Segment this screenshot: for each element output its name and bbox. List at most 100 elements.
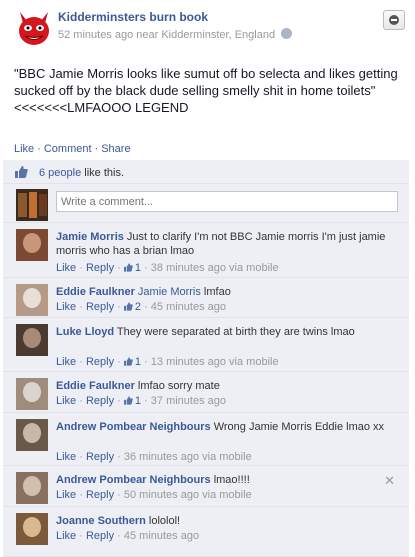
separator: · bbox=[76, 451, 86, 463]
comment-author-link[interactable]: Jamie Morris bbox=[56, 231, 124, 243]
separator: · bbox=[76, 530, 86, 542]
separator: · bbox=[114, 395, 124, 407]
separator: · bbox=[76, 489, 86, 501]
like-link[interactable]: Like bbox=[14, 143, 34, 155]
commenter-avatar[interactable] bbox=[16, 419, 48, 451]
comment-meta: Like · Reply · 1 · 13 minutes ago via mo… bbox=[56, 356, 279, 368]
ufi-feedback: 6 people like this. Jamie Morris Just to… bbox=[3, 160, 409, 557]
comment-text: lmfao bbox=[200, 286, 231, 298]
comment-timestamp[interactable]: · 45 minutes ago bbox=[114, 530, 199, 542]
comment-reply-link[interactable]: Reply bbox=[86, 395, 114, 407]
comment-likes-count[interactable]: 2 bbox=[123, 301, 141, 313]
comment-author-link[interactable]: Eddie Faulkner bbox=[56, 286, 135, 298]
comment-likes-count[interactable]: 1 bbox=[123, 262, 141, 274]
comment-author-link[interactable]: Andrew Pombear Neighbours bbox=[56, 474, 211, 486]
comment-author-link[interactable]: Andrew Pombear Neighbours bbox=[56, 421, 211, 433]
comment-link[interactable]: Comment bbox=[44, 143, 92, 155]
comment-row: Luke Lloyd They were separated at birth … bbox=[3, 319, 409, 372]
comment-input[interactable] bbox=[56, 191, 398, 212]
comment-meta: Like · Reply · 1 · 38 minutes ago via mo… bbox=[56, 262, 279, 274]
comment-body: Andrew Pombear Neighbours lmao!!!! bbox=[56, 473, 386, 487]
comment-row: Jamie Morris Just to clarify I'm not BBC… bbox=[3, 224, 409, 278]
likers-link[interactable]: 6 people bbox=[39, 167, 81, 179]
comment-meta: Like · Reply · 1 · 37 minutes ago bbox=[56, 395, 226, 407]
devil-logo-avatar[interactable] bbox=[14, 8, 54, 48]
page-name-link[interactable]: Kidderminsters burn book bbox=[58, 10, 208, 24]
comment-body: Eddie Faulkner Jamie Morris lmfao bbox=[56, 285, 386, 299]
comment-timestamp[interactable]: · 36 minutes ago via mobile bbox=[114, 451, 252, 463]
comment-row: Eddie Faulkner Jamie Morris lmfao Like · … bbox=[3, 279, 409, 318]
thumbs-up-icon bbox=[15, 166, 28, 178]
likes-suffix: like this. bbox=[81, 167, 125, 179]
comment-timestamp[interactable]: · 50 minutes ago via mobile bbox=[114, 489, 252, 501]
comment-body: Andrew Pombear Neighbours Wrong Jamie Mo… bbox=[56, 420, 386, 434]
separator: · bbox=[114, 301, 124, 313]
comment-reply-link[interactable]: Reply bbox=[86, 356, 114, 368]
separator: · bbox=[94, 143, 99, 155]
comment-like-link[interactable]: Like bbox=[56, 395, 76, 407]
comment-like-link[interactable]: Like bbox=[56, 489, 76, 501]
comment-timestamp[interactable]: · 37 minutes ago bbox=[141, 395, 226, 407]
commenter-avatar[interactable] bbox=[16, 513, 48, 545]
comment-like-link[interactable]: Like bbox=[56, 530, 76, 542]
comment-likes-count[interactable]: 1 bbox=[123, 395, 141, 407]
comment-meta: Like · Reply · 36 minutes ago via mobile bbox=[56, 451, 252, 463]
comment-body: Luke Lloyd They were separated at birth … bbox=[56, 325, 386, 339]
comment-timestamp[interactable]: · 38 minutes ago via mobile bbox=[141, 262, 279, 274]
comment-likes-count[interactable]: 1 bbox=[123, 356, 141, 368]
separator: · bbox=[76, 395, 86, 407]
comment-like-link[interactable]: Like bbox=[56, 356, 76, 368]
comment-author-link[interactable]: Luke Lloyd bbox=[56, 326, 114, 338]
thumbs-up-icon bbox=[123, 357, 133, 366]
comment-composer bbox=[3, 185, 409, 223]
comment-reply-link[interactable]: Reply bbox=[86, 489, 114, 501]
comment-like-link[interactable]: Like bbox=[56, 301, 76, 313]
comment-row: Andrew Pombear Neighbours Wrong Jamie Mo… bbox=[3, 414, 409, 466]
commenter-avatar[interactable] bbox=[16, 472, 48, 504]
comment-author-link[interactable]: Joanne Southern bbox=[56, 515, 146, 527]
tagged-user-link[interactable]: Jamie Morris bbox=[138, 286, 201, 298]
post-message: "BBC Jamie Morris looks like sumut off b… bbox=[14, 66, 398, 115]
comment-like-link[interactable]: Like bbox=[56, 262, 76, 274]
likes-text: 6 people like this. bbox=[39, 167, 124, 179]
comment-meta: Like · Reply · 50 minutes ago via mobile bbox=[56, 489, 252, 501]
separator: · bbox=[76, 356, 86, 368]
comment-row: Eddie Faulkner lmfao sorry mate Like · Re… bbox=[3, 373, 409, 413]
comment-timestamp[interactable]: · 13 minutes ago via mobile bbox=[141, 356, 279, 368]
comment-reply-link[interactable]: Reply bbox=[86, 530, 114, 542]
commenter-avatar[interactable] bbox=[16, 378, 48, 410]
comment-meta: Like · Reply · 2 · 45 minutes ago bbox=[56, 301, 226, 313]
story-header: Kidderminsters burn book 52 minutes ago … bbox=[14, 6, 405, 46]
minus-circle-icon bbox=[389, 15, 399, 25]
comment-text: They were separated at birth they are tw… bbox=[114, 326, 355, 338]
comment-author-link[interactable]: Eddie Faulkner bbox=[56, 380, 135, 392]
share-link[interactable]: Share bbox=[101, 143, 130, 155]
post-timestamp[interactable]: 52 minutes ago near Kidderminster, Engla… bbox=[58, 29, 275, 41]
feed-story: Kidderminsters burn book 52 minutes ago … bbox=[0, 0, 415, 557]
commenter-avatar[interactable] bbox=[16, 284, 48, 316]
comment-reply-link[interactable]: Reply bbox=[86, 451, 114, 463]
comment-reply-link[interactable]: Reply bbox=[86, 301, 114, 313]
viewer-avatar bbox=[16, 189, 48, 221]
comment-body: Joanne Southern lololol! bbox=[56, 514, 386, 528]
commenter-avatar[interactable] bbox=[16, 229, 48, 261]
thumbs-up-icon bbox=[123, 302, 133, 311]
commenter-avatar[interactable] bbox=[16, 324, 48, 356]
thumbs-up-icon bbox=[123, 263, 133, 272]
thumbs-up-icon bbox=[123, 396, 133, 405]
separator: · bbox=[76, 262, 86, 274]
comment-text: lmfao sorry mate bbox=[134, 380, 220, 392]
separator: · bbox=[114, 262, 124, 274]
close-icon[interactable]: ✕ bbox=[384, 473, 395, 489]
comment-timestamp[interactable]: · 45 minutes ago bbox=[141, 301, 226, 313]
comment-reply-link[interactable]: Reply bbox=[86, 262, 114, 274]
comment-body: Jamie Morris Just to clarify I'm not BBC… bbox=[56, 230, 386, 258]
comment-row: Andrew Pombear Neighbours lmao!!!! Like ·… bbox=[3, 467, 409, 507]
likes-summary: 6 people like this. bbox=[3, 160, 409, 184]
comment-body: Eddie Faulkner lmfao sorry mate bbox=[56, 379, 386, 393]
comment-meta: Like · Reply · 45 minutes ago bbox=[56, 530, 199, 542]
comment-text: Wrong Jamie Morris Eddie lmao xx bbox=[210, 421, 385, 433]
story-options-button[interactable] bbox=[383, 10, 405, 30]
comment-like-link[interactable]: Like bbox=[56, 451, 76, 463]
separator: · bbox=[114, 356, 124, 368]
